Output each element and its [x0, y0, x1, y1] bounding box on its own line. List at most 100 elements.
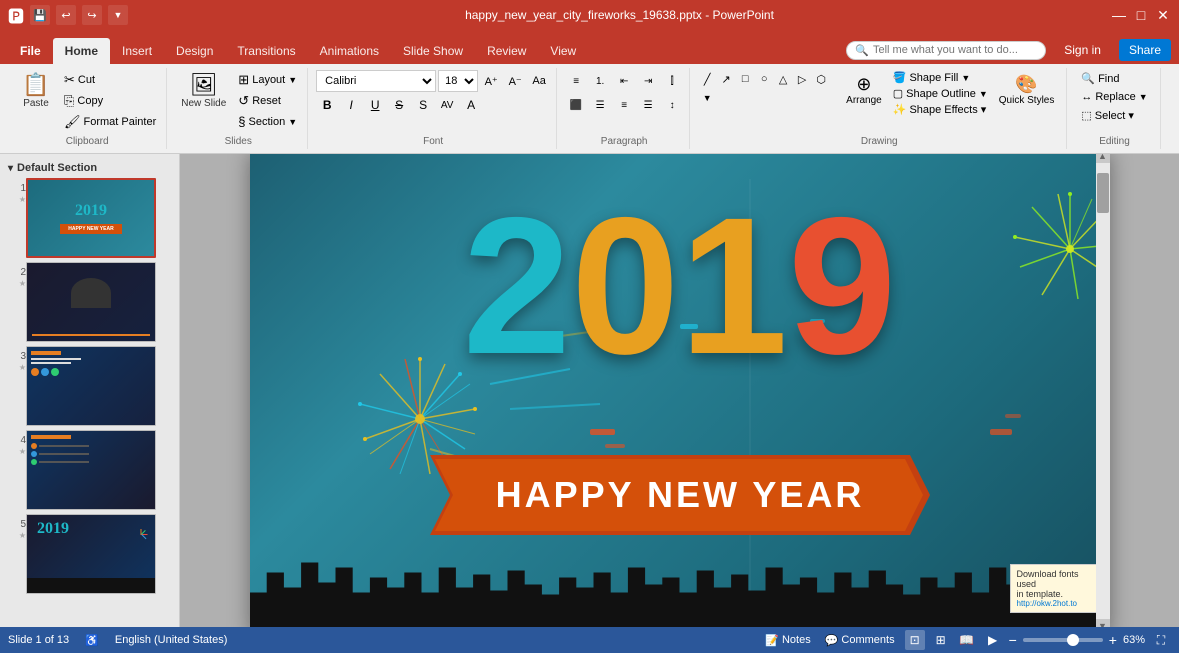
cut-button[interactable]: ✂ Cut: [60, 70, 160, 90]
font-color-btn[interactable]: A: [460, 94, 482, 116]
format-painter-button[interactable]: 🖌 Format Painter: [60, 112, 160, 132]
slide-item-4[interactable]: 4 ★: [4, 428, 175, 512]
char-spacing-btn[interactable]: AV: [436, 94, 458, 116]
comments-button[interactable]: 💬 Comments: [821, 632, 899, 649]
bold-btn[interactable]: B: [316, 94, 338, 116]
numbering-btn[interactable]: 1.: [589, 70, 611, 92]
sign-in-button[interactable]: Sign in: [1054, 39, 1111, 61]
quick-save-btn[interactable]: 💾: [30, 5, 50, 25]
columns-btn[interactable]: ⫿: [661, 70, 683, 92]
indent-less-btn[interactable]: ⇤: [613, 70, 635, 92]
draw-shape3-btn[interactable]: ⬡: [812, 70, 830, 88]
draw-more-btn[interactable]: ▼: [698, 89, 716, 107]
line-spacing-btn[interactable]: ↕: [661, 94, 683, 116]
slide-sorter-btn[interactable]: ⊞: [931, 630, 951, 650]
slide-panel-scroll[interactable]: ▾ Default Section 1 ★ 2019 HAPPY NEW YEA…: [0, 154, 179, 627]
zoom-slider[interactable]: [1023, 638, 1103, 642]
italic-btn[interactable]: I: [340, 94, 362, 116]
tell-me-field[interactable]: [873, 44, 1023, 56]
section-toggle[interactable]: ▾: [8, 163, 13, 174]
reset-button[interactable]: ↺ Reset: [234, 91, 301, 111]
zoom-minus-btn[interactable]: −: [1009, 632, 1017, 648]
strikethrough-btn[interactable]: S: [388, 94, 410, 116]
decrease-font-btn[interactable]: A⁻: [504, 70, 526, 92]
slide-4-thumbnail[interactable]: [26, 430, 156, 510]
draw-rect-btn[interactable]: □: [736, 70, 754, 88]
arrange-button[interactable]: ⊕ Arrange: [840, 70, 888, 110]
bullets-btn[interactable]: ≡: [565, 70, 587, 92]
draw-oval-btn[interactable]: ○: [755, 70, 773, 88]
slide-item-3[interactable]: 3 ★: [4, 344, 175, 428]
slide-3-num-col: 3 ★: [4, 346, 26, 372]
slide-panel: ▾ Default Section 1 ★ 2019 HAPPY NEW YEA…: [0, 154, 180, 627]
scroll-thumb[interactable]: [1097, 173, 1109, 213]
tab-insert[interactable]: Insert: [110, 38, 164, 64]
fit-slide-btn[interactable]: ⛶: [1151, 630, 1171, 650]
section-button[interactable]: § Section ▼: [234, 112, 301, 131]
draw-line-btn[interactable]: ╱: [698, 70, 716, 88]
shape-effects-btn[interactable]: ✨ Shape Effects ▾: [890, 102, 991, 117]
undo-btn[interactable]: ↩: [56, 5, 76, 25]
reading-view-btn[interactable]: 📖: [957, 630, 977, 650]
copy-button[interactable]: ⎘ Copy: [60, 91, 160, 111]
slideshow-btn[interactable]: ▶: [983, 630, 1003, 650]
indent-more-btn[interactable]: ⇥: [637, 70, 659, 92]
notes-button[interactable]: 📝 Notes: [761, 632, 814, 649]
draw-shape1-btn[interactable]: △: [774, 70, 792, 88]
maximize-btn[interactable]: □: [1133, 7, 1149, 23]
layout-button[interactable]: ⊞ Layout ▼: [234, 70, 301, 90]
minimize-btn[interactable]: —: [1111, 7, 1127, 23]
status-right: 📝 Notes 💬 Comments ⊡ ⊞ 📖 ▶ − + 63% ⛶: [761, 630, 1171, 650]
align-right-btn[interactable]: ≡: [613, 94, 635, 116]
align-center-btn[interactable]: ☰: [589, 94, 611, 116]
new-slide-button[interactable]: 🖼 New Slide: [175, 70, 232, 113]
tab-transitions[interactable]: Transitions: [225, 38, 307, 64]
share-button[interactable]: Share: [1119, 39, 1171, 61]
slide-3-thumbnail[interactable]: [26, 346, 156, 426]
slide-1-thumbnail[interactable]: 2019 HAPPY NEW YEAR: [26, 178, 156, 258]
line: [39, 445, 89, 447]
scroll-down-btn[interactable]: ▼: [1096, 619, 1110, 628]
font-size-dropdown[interactable]: 18: [438, 70, 478, 92]
slide-2-thumbnail[interactable]: [26, 262, 156, 342]
shape-fill-btn[interactable]: 🪣 Shape Fill ▼: [890, 70, 991, 85]
shape-outline-btn[interactable]: ▢ Shape Outline ▼: [890, 86, 991, 101]
slide-info: Slide 1 of 13: [8, 634, 69, 646]
justify-btn[interactable]: ☰: [637, 94, 659, 116]
slide-5-thumbnail[interactable]: 2019: [26, 514, 156, 594]
close-btn[interactable]: ✕: [1155, 7, 1171, 23]
draw-arrow-btn[interactable]: ↗: [717, 70, 735, 88]
redo-btn[interactable]: ↪: [82, 5, 102, 25]
slide-item-5[interactable]: 5 ★ 2019: [4, 512, 175, 596]
zoom-thumb[interactable]: [1067, 634, 1079, 646]
slide-item-2[interactable]: 2 ★: [4, 260, 175, 344]
shadow-btn[interactable]: S: [412, 94, 434, 116]
tab-animations[interactable]: Animations: [308, 38, 391, 64]
tab-design[interactable]: Design: [164, 38, 225, 64]
increase-font-btn[interactable]: A⁺: [480, 70, 502, 92]
clear-format-btn[interactable]: Aa: [528, 70, 550, 92]
tell-me-input[interactable]: 🔍: [846, 41, 1046, 60]
slide-4-star: ★: [19, 448, 26, 456]
underline-btn[interactable]: U: [364, 94, 386, 116]
zoom-plus-btn[interactable]: +: [1109, 632, 1117, 648]
font-name-dropdown[interactable]: Calibri: [316, 70, 436, 92]
draw-shape2-btn[interactable]: ▷: [793, 70, 811, 88]
find-button[interactable]: 🔍 Find: [1075, 70, 1153, 87]
accessibility-btn[interactable]: ♿: [81, 632, 103, 649]
tab-file[interactable]: File: [8, 38, 53, 64]
replace-button[interactable]: ↔ Replace ▼: [1075, 89, 1153, 105]
tooltip-link[interactable]: http://okw.2hot.to: [1017, 599, 1093, 608]
tab-home[interactable]: Home: [53, 38, 110, 64]
tab-view[interactable]: View: [538, 38, 588, 64]
select-button[interactable]: ⬚ Select ▾: [1075, 107, 1153, 124]
normal-view-btn[interactable]: ⊡: [905, 630, 925, 650]
align-left-btn[interactable]: ⬛: [565, 94, 587, 116]
customize-btn[interactable]: ▼: [108, 5, 128, 25]
quick-styles-button[interactable]: 🎨 Quick Styles: [993, 70, 1061, 110]
paste-button[interactable]: 📋 Paste: [14, 70, 58, 113]
scroll-up-btn[interactable]: ▲: [1096, 154, 1110, 163]
tab-review[interactable]: Review: [475, 38, 538, 64]
slide-item-1[interactable]: 1 ★ 2019 HAPPY NEW YEAR: [4, 176, 175, 260]
tab-slideshow[interactable]: Slide Show: [391, 38, 475, 64]
